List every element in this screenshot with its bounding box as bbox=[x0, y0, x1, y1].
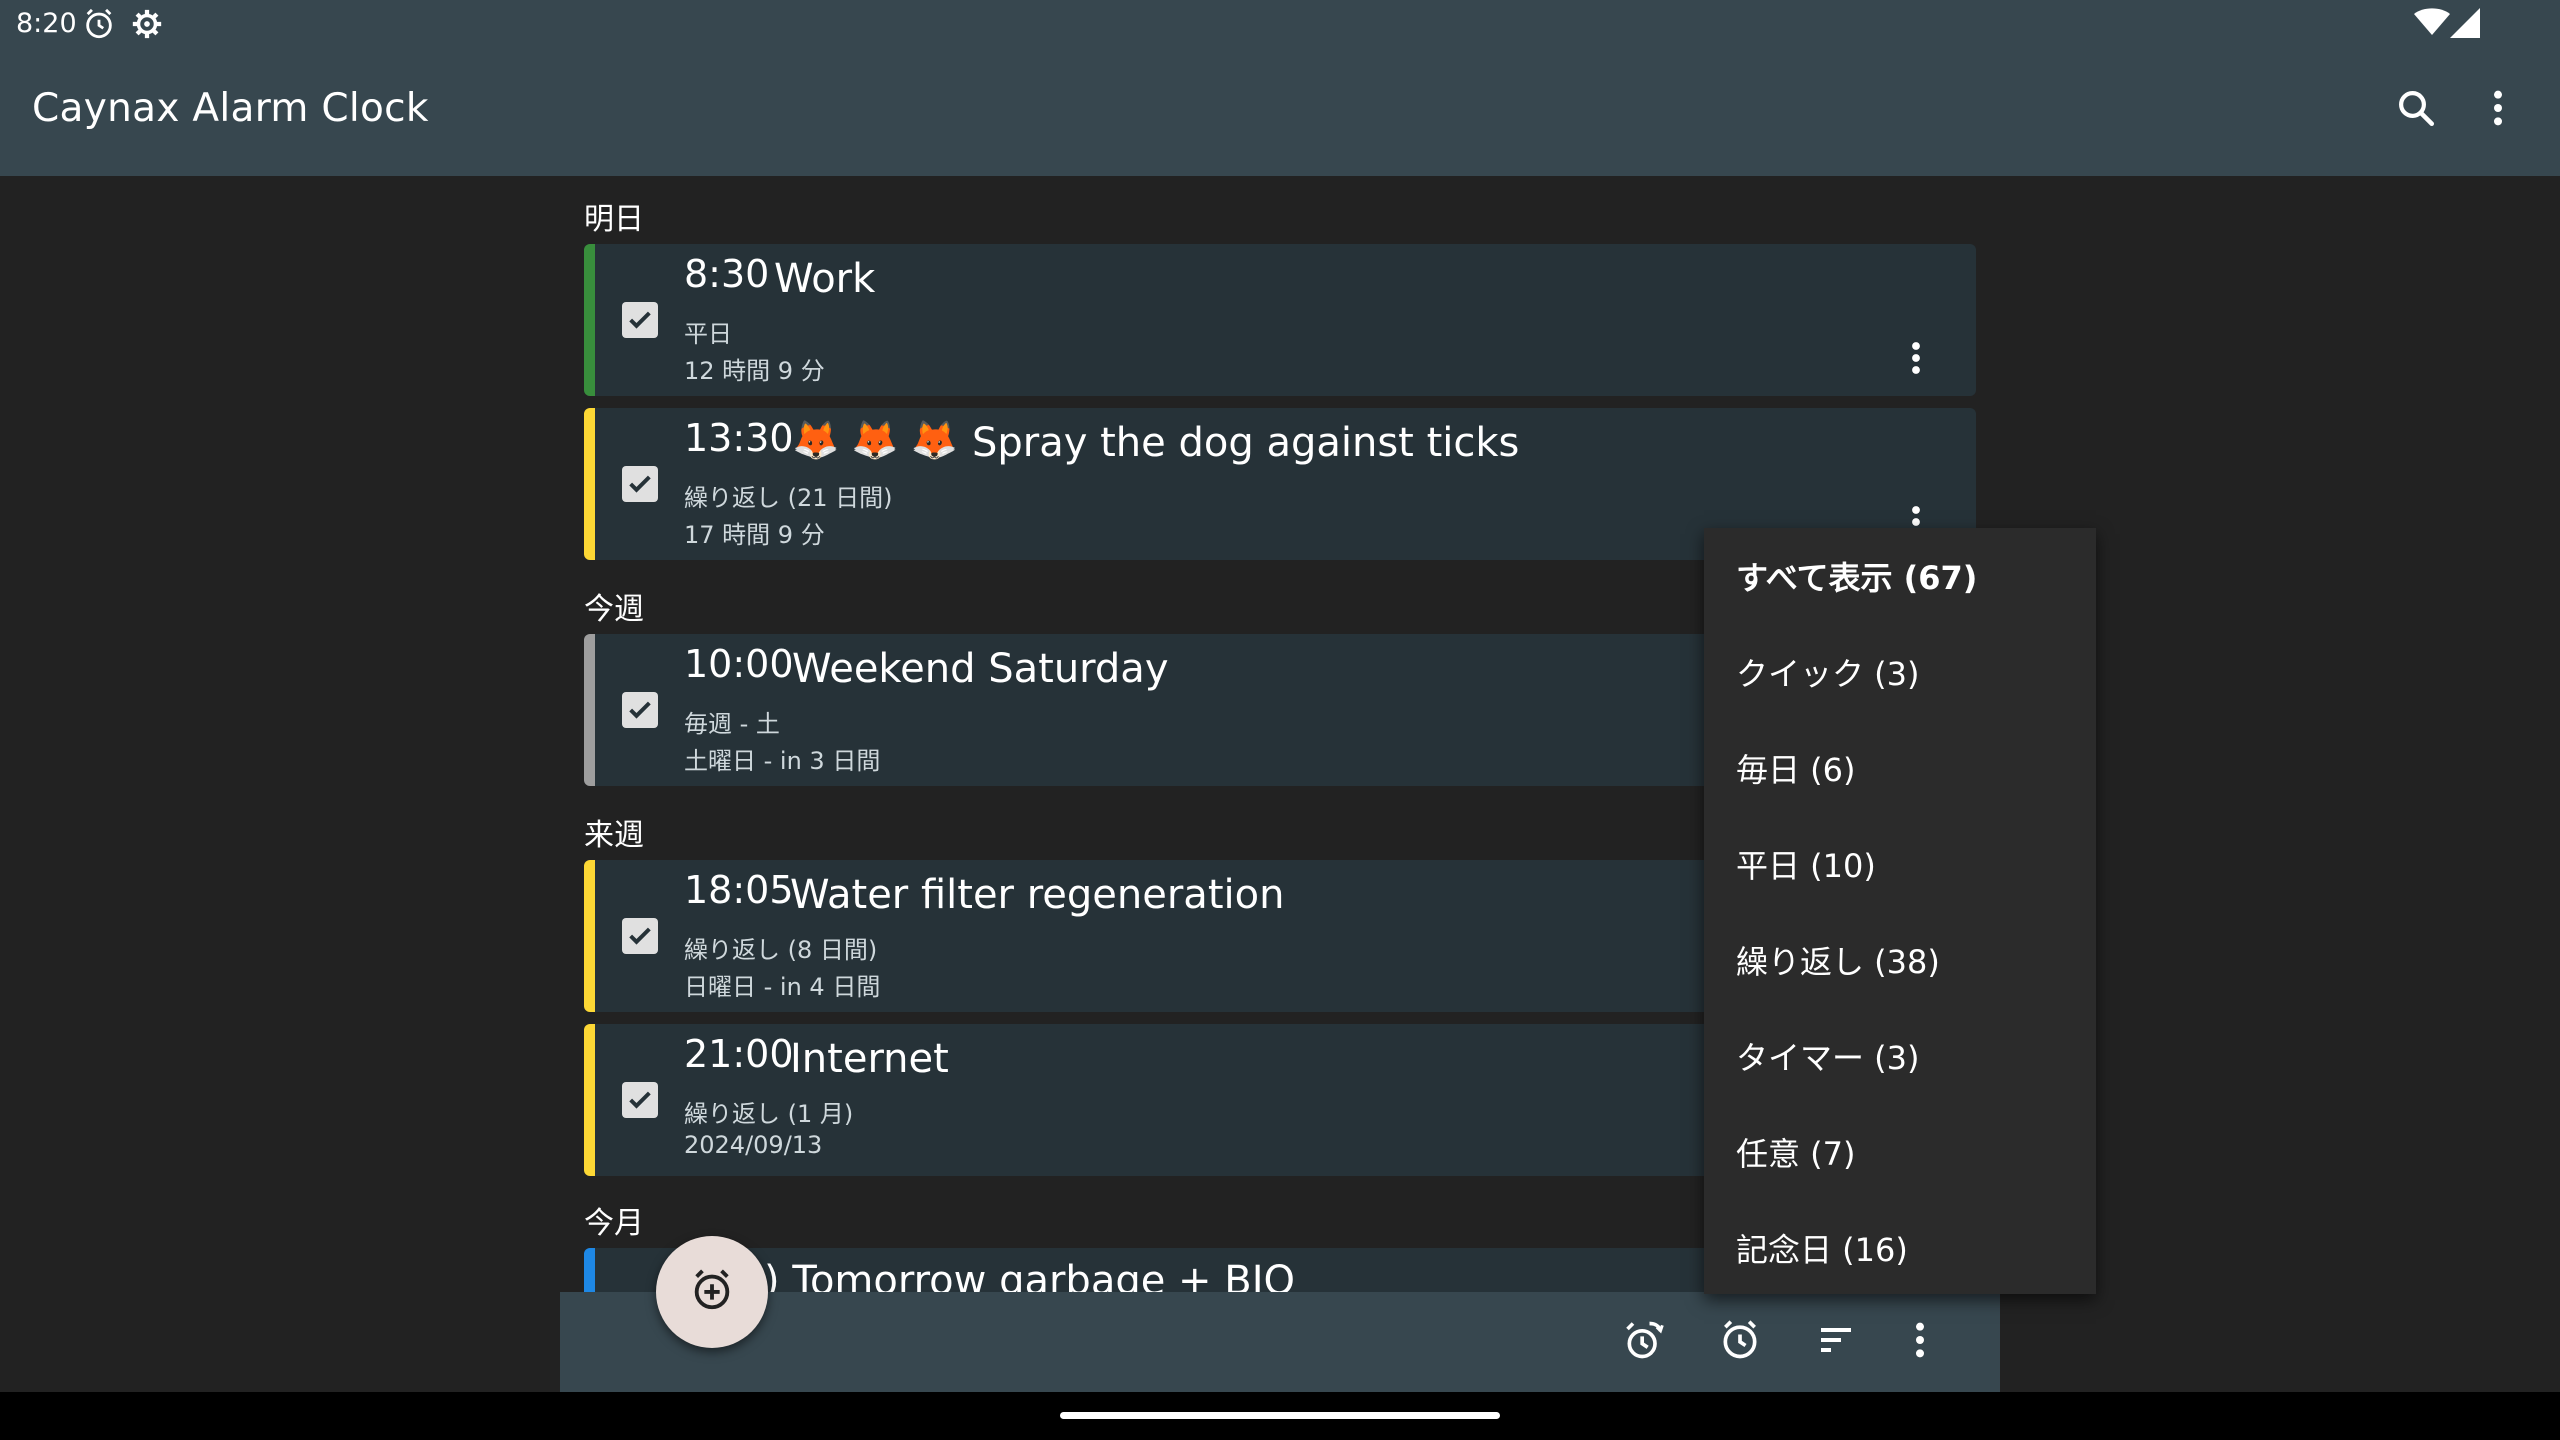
alarm-remaining: 12 時間 9 分 bbox=[684, 357, 825, 385]
alarm-schedule: 平日 bbox=[684, 320, 732, 348]
alarm-remaining: 土曜日 - in 3 日間 bbox=[684, 747, 881, 775]
alarm-name: Work bbox=[774, 256, 876, 302]
alarm-color-bar bbox=[584, 860, 595, 1012]
alarm-color-bar bbox=[584, 1024, 595, 1176]
filter-menu-item-timer[interactable]: タイマー (3) bbox=[1704, 1008, 2096, 1104]
alarm-time: 18:05 bbox=[684, 868, 794, 912]
filter-menu-item-anniversary[interactable]: 記念日 (16) bbox=[1704, 1200, 2096, 1296]
alarm-clock-icon bbox=[82, 7, 116, 41]
section-header: 明日 bbox=[584, 202, 644, 237]
alarm-name: ) Tomorrow garbage + BIO bbox=[764, 1258, 1295, 1292]
alarm-time: 13:30 bbox=[684, 416, 794, 460]
alarm-enabled-checkbox[interactable] bbox=[622, 692, 658, 728]
alarm-remaining: 日曜日 - in 4 日間 bbox=[684, 973, 881, 1001]
gear-icon bbox=[130, 7, 164, 41]
alarm-schedule: 繰り返し (1 月) bbox=[684, 1100, 854, 1128]
alarm-name: Water filter regeneration bbox=[790, 872, 1285, 918]
alarm-enabled-checkbox[interactable] bbox=[622, 466, 658, 502]
alarm-time: 10:00 bbox=[684, 642, 794, 686]
sort-button[interactable] bbox=[1806, 1312, 1866, 1372]
alarm-enabled-checkbox[interactable] bbox=[622, 302, 658, 338]
add-alarm-fab[interactable] bbox=[656, 1236, 768, 1348]
status-time: 8:20 bbox=[16, 8, 77, 39]
add-alarm-icon bbox=[689, 1267, 735, 1317]
filter-menu-item-daily[interactable]: 毎日 (6) bbox=[1704, 720, 2096, 816]
alarm-more-button[interactable] bbox=[1896, 334, 1936, 382]
alarm-remaining: 2024/09/13 bbox=[684, 1131, 823, 1159]
alarm-schedule: 繰り返し (21 日間) bbox=[684, 484, 893, 512]
alarm-emoji: 🦊 🦊 🦊 bbox=[792, 418, 959, 462]
filter-menu-item-custom[interactable]: 任意 (7) bbox=[1704, 1104, 2096, 1200]
cell-signal-icon bbox=[2450, 8, 2486, 38]
system-nav-bar bbox=[0, 1392, 2560, 1440]
sort-icon bbox=[1816, 1320, 1856, 1364]
search-button[interactable] bbox=[2388, 82, 2444, 138]
alarm-time: 8:30 bbox=[684, 252, 770, 296]
alarm-schedule: 繰り返し (8 日間) bbox=[684, 936, 878, 964]
alarm-remaining: 17 時間 9 分 bbox=[684, 521, 825, 549]
more-vert-icon bbox=[2492, 88, 2504, 132]
alarm-name: Spray the dog against ticks bbox=[972, 420, 1520, 466]
more-vert-icon bbox=[1914, 1320, 1926, 1364]
alarm-color-bar bbox=[584, 408, 595, 560]
filter-menu-item-weekdays[interactable]: 平日 (10) bbox=[1704, 816, 2096, 912]
search-icon bbox=[2395, 87, 2437, 133]
alarm-color-bar bbox=[584, 1248, 595, 1292]
wifi-icon bbox=[2414, 8, 2450, 38]
alarm-color-bar bbox=[584, 634, 595, 786]
bottom-more-button[interactable] bbox=[1890, 1312, 1950, 1372]
overflow-menu-button[interactable] bbox=[2470, 82, 2526, 138]
alarm-time: 21:00 bbox=[684, 1032, 794, 1076]
alarm-card[interactable]: 8:30 Work 平日 12 時間 9 分 bbox=[584, 244, 1976, 396]
filter-menu-item-repeat[interactable]: 繰り返し (38) bbox=[1704, 912, 2096, 1008]
section-header: 来週 bbox=[584, 818, 644, 853]
alarm-button[interactable] bbox=[1710, 1312, 1770, 1372]
filter-menu: すべて表示 (67) クイック (3) 毎日 (6) 平日 (10) 繰り返し … bbox=[1704, 528, 2096, 1294]
snooze-alarm-button[interactable] bbox=[1614, 1312, 1674, 1372]
alarm-name: Weekend Saturday bbox=[792, 646, 1169, 692]
section-header: 今月 bbox=[584, 1206, 644, 1241]
alarm-schedule: 毎週 - 土 bbox=[684, 710, 780, 738]
alarm-enabled-checkbox[interactable] bbox=[622, 918, 658, 954]
snooze-alarm-icon bbox=[1622, 1318, 1666, 1366]
status-bar: 8:20 bbox=[0, 0, 2560, 50]
filter-menu-item-all[interactable]: すべて表示 (67) bbox=[1704, 528, 2096, 624]
filter-menu-item-quick[interactable]: クイック (3) bbox=[1704, 624, 2096, 720]
app-title: Caynax Alarm Clock bbox=[32, 86, 429, 131]
alarm-icon bbox=[1718, 1318, 1762, 1366]
alarm-name: Internet bbox=[790, 1036, 949, 1082]
section-header: 今週 bbox=[584, 592, 644, 627]
bottom-app-bar bbox=[560, 1292, 2000, 1392]
alarm-color-bar bbox=[584, 244, 595, 396]
home-gesture-handle[interactable] bbox=[1060, 1412, 1500, 1419]
alarm-enabled-checkbox[interactable] bbox=[622, 1082, 658, 1118]
